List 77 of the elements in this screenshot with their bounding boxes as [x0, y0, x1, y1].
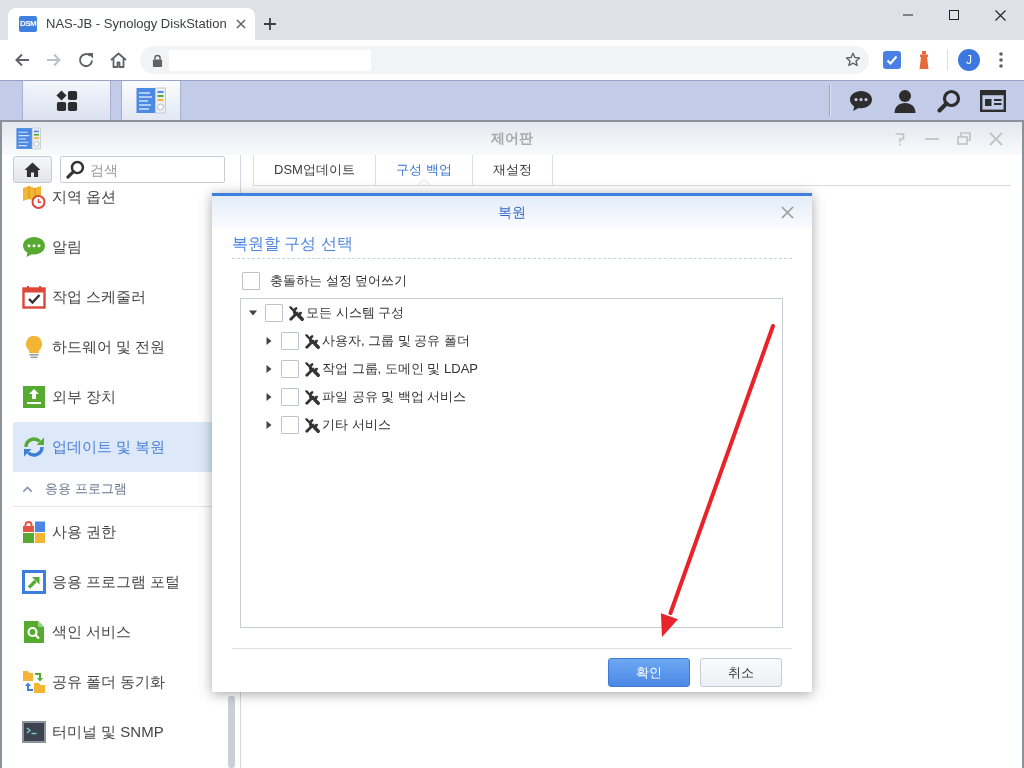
- checkbox[interactable]: [265, 304, 283, 322]
- home-button[interactable]: [13, 156, 52, 183]
- search-field[interactable]: 검색: [60, 156, 225, 183]
- caret-right-icon[interactable]: [265, 421, 273, 429]
- home-icon[interactable]: [109, 52, 127, 68]
- browser-tab[interactable]: DSM NAS-JB - Synology DiskStation: [8, 8, 255, 40]
- sidebar-item[interactable]: 작업 스케줄러: [13, 272, 227, 322]
- id-card-icon[interactable]: [980, 89, 1006, 112]
- sidebar-item[interactable]: 사용 권한: [13, 507, 227, 557]
- caret-down-icon[interactable]: [249, 309, 257, 317]
- sidebar-item[interactable]: 지역 옵션: [13, 184, 227, 222]
- sidebar-item[interactable]: 색인 서비스: [13, 607, 227, 657]
- sidebar-item[interactable]: 터미널 및 SNMP: [13, 707, 227, 757]
- lighthouse-icon[interactable]: [917, 51, 931, 69]
- search-icon[interactable]: [937, 88, 961, 113]
- favicon: DSM: [19, 16, 37, 32]
- document-search-icon: [22, 620, 46, 644]
- lock-icon: [152, 53, 163, 67]
- apps-grid-icon: [55, 89, 78, 112]
- close-icon[interactable]: [235, 19, 246, 29]
- upload-icon: [22, 385, 46, 409]
- terminal-icon: [22, 720, 46, 744]
- plus-icon[interactable]: [264, 18, 276, 30]
- tree-item-label[interactable]: 모든 시스템 구성: [306, 303, 405, 323]
- search-icon: [66, 160, 85, 179]
- tab[interactable]: 구성 백업: [374, 155, 472, 185]
- control-panel-icon: [136, 87, 166, 114]
- tab[interactable]: 재설정: [471, 155, 553, 185]
- checkbox[interactable]: [281, 388, 299, 406]
- scrollbar-thumb[interactable]: [228, 696, 235, 768]
- tools-icon: [304, 361, 320, 377]
- refresh-icon: [22, 435, 46, 459]
- taskbar-app-button[interactable]: [121, 81, 181, 120]
- checkmark-square-icon[interactable]: [883, 51, 901, 69]
- checkbox-label[interactable]: 충돌하는 설정 덮어쓰기: [270, 271, 408, 291]
- tree-item-label[interactable]: 파일 공유 및 백업 서비스: [322, 387, 467, 407]
- speech-bubble-icon: [22, 235, 46, 259]
- sidebar-item[interactable]: 알림: [13, 222, 227, 272]
- back-arrow-icon[interactable]: [14, 52, 30, 68]
- tree-item-label[interactable]: 기타 서비스: [322, 415, 391, 435]
- tools-icon: [304, 333, 320, 349]
- caret-right-icon[interactable]: [265, 337, 273, 345]
- lock-tiles-icon: [22, 520, 46, 544]
- home-icon: [24, 162, 41, 177]
- checkbox[interactable]: [281, 360, 299, 378]
- sidebar-item[interactable]: 응용 프로그램 포털: [13, 557, 227, 607]
- tab[interactable]: DSM업데이트: [253, 155, 375, 185]
- chat-icon[interactable]: [849, 89, 873, 112]
- tools-icon: [288, 305, 304, 321]
- checkbox[interactable]: [281, 416, 299, 434]
- caret-right-icon[interactable]: [265, 365, 273, 373]
- checkbox[interactable]: [242, 272, 260, 290]
- caret-right-icon[interactable]: [265, 393, 273, 401]
- cancel-button[interactable]: 취소: [700, 658, 782, 687]
- checkbox[interactable]: [281, 332, 299, 350]
- calendar-check-icon: [22, 285, 46, 309]
- folder-sync-icon: [22, 670, 46, 694]
- close-icon[interactable]: [994, 9, 1006, 21]
- tree-item-label[interactable]: 작업 그룹, 도메인 및 LDAP: [322, 359, 479, 379]
- window-title: 제어판: [491, 129, 533, 148]
- tools-icon: [304, 417, 320, 433]
- sidebar-item[interactable]: 하드웨어 및 전원: [13, 322, 227, 372]
- dialog-title: 복원: [498, 203, 526, 222]
- profile-avatar[interactable]: J: [958, 49, 980, 71]
- tree-item-label[interactable]: 사용자, 그룹 및 공유 폴더: [322, 331, 471, 351]
- maximize-icon[interactable]: [949, 10, 959, 20]
- sidebar-item[interactable]: 외부 장치: [13, 372, 227, 422]
- menu-icon[interactable]: [999, 52, 1003, 68]
- control-panel-icon: [16, 127, 41, 150]
- reload-icon[interactable]: [78, 52, 94, 68]
- main-menu-button[interactable]: [22, 81, 111, 120]
- sidebar-item[interactable]: 공유 폴더 동기화: [13, 657, 227, 707]
- star-icon[interactable]: [845, 52, 861, 68]
- user-icon[interactable]: [894, 88, 916, 113]
- tools-icon: [304, 389, 320, 405]
- map-clock-icon: [22, 185, 46, 209]
- section-title: 복원할 구성 선택: [232, 234, 792, 259]
